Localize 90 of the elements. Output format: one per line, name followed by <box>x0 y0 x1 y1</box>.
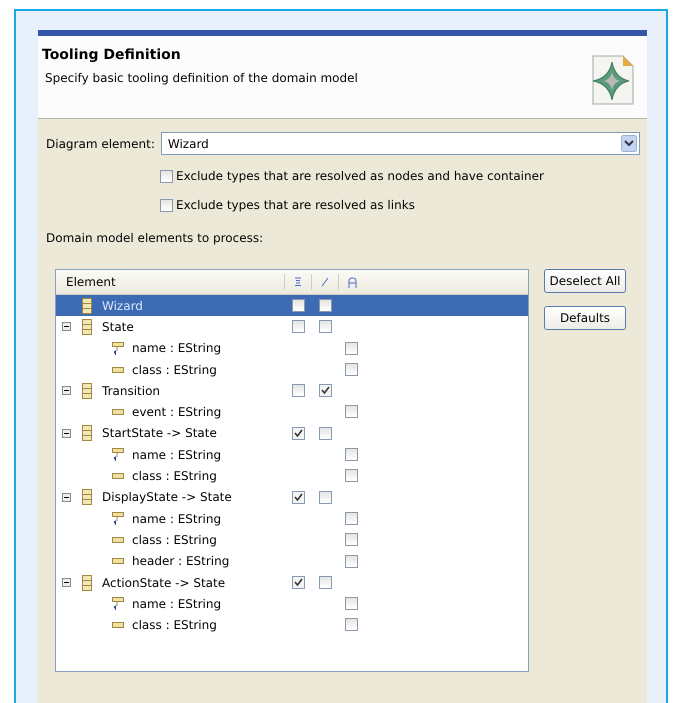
checkbox[interactable] <box>292 299 305 312</box>
page-description: Specify basic tooling definition of the domain model <box>45 71 358 85</box>
checkbox[interactable] <box>345 533 358 546</box>
checkbox[interactable] <box>345 362 358 376</box>
collapse-icon[interactable] <box>62 322 71 332</box>
tree-item-label: StartState -> State <box>102 426 217 440</box>
tree-item[interactable]: name : EString <box>56 444 528 466</box>
list-icon[interactable] <box>294 277 302 287</box>
collapse-icon[interactable] <box>62 578 71 587</box>
checkbox[interactable] <box>319 384 332 398</box>
tree-item-label: class : EString <box>132 532 217 547</box>
collapse-icon[interactable] <box>62 386 71 396</box>
tree-item-label: header : EString <box>132 554 230 568</box>
checkbox[interactable] <box>319 490 332 504</box>
checkbox[interactable] <box>319 576 332 589</box>
attribute-icon <box>112 366 124 373</box>
tree-item-label: name : EString <box>132 341 222 356</box>
checkbox[interactable] <box>160 198 173 212</box>
attribute-icon <box>112 409 124 416</box>
tree-item[interactable]: Transition <box>56 380 528 402</box>
field-label: Diagram element: <box>46 136 155 150</box>
key-attribute-icon <box>112 448 124 462</box>
tree-item-label: name : EString <box>132 596 222 611</box>
tree-item[interactable]: class : EString <box>56 529 528 551</box>
page-title: Tooling Definition <box>42 47 182 63</box>
tree-item[interactable]: class : EString <box>56 614 528 636</box>
line-icon[interactable] <box>321 277 329 287</box>
attribute-icon <box>112 536 124 543</box>
checkbox[interactable] <box>292 384 305 398</box>
tree-item[interactable]: DisplayState -> State <box>56 486 528 508</box>
tree-item-label: ActionState -> State <box>102 576 226 590</box>
tree-item[interactable]: class : EString <box>56 358 528 380</box>
checkbox[interactable] <box>292 576 305 589</box>
key-attribute-icon <box>112 597 124 610</box>
tree-item[interactable]: event : EString <box>56 401 528 423</box>
checkbox[interactable] <box>319 426 332 440</box>
chevron-down-icon <box>621 135 637 152</box>
tree-item[interactable]: Wizard <box>56 295 528 316</box>
tree-item[interactable]: State <box>56 316 528 338</box>
checkbox[interactable] <box>345 597 358 610</box>
tree-item-label: Wizard <box>102 298 143 313</box>
action-button[interactable]: Deselect All <box>544 269 626 293</box>
checkbox[interactable] <box>345 342 358 355</box>
checkbox[interactable] <box>160 170 173 182</box>
checkbox[interactable] <box>345 405 358 418</box>
action-button[interactable]: Defaults <box>544 306 626 330</box>
collapse-icon[interactable] <box>62 492 71 502</box>
tree-item-label: name : EString <box>132 512 222 526</box>
tree-item[interactable]: ActionState -> State <box>56 572 528 594</box>
checkbox[interactable] <box>319 320 332 334</box>
checkbox[interactable] <box>292 320 305 334</box>
tree-item[interactable]: name : EString <box>56 593 528 614</box>
tree-item-label: class : EString <box>132 618 217 632</box>
label-icon[interactable] <box>348 276 356 288</box>
checkbox[interactable] <box>319 299 332 312</box>
attribute-icon <box>112 473 124 480</box>
tree-item-label: event : EString <box>132 405 222 420</box>
tree-item[interactable]: header : EString <box>56 550 528 572</box>
section-label: Domain model elements to process: <box>46 231 264 245</box>
checkbox[interactable] <box>345 469 358 482</box>
tree-item-label: State <box>102 320 134 334</box>
tree-item-label: class : EString <box>132 362 217 377</box>
class-icon <box>82 574 92 590</box>
checkbox-label: Exclude types that are resolved as links <box>176 198 415 212</box>
diagram-element-dropdown[interactable]: Wizard <box>160 132 640 155</box>
tree-item[interactable]: class : EString <box>56 465 528 487</box>
collapse-icon[interactable] <box>62 428 71 438</box>
checkbox[interactable] <box>292 426 305 440</box>
class-icon <box>82 425 92 442</box>
checkbox[interactable] <box>345 554 358 568</box>
checkbox-label: Exclude types that are resolved as nodes and have container <box>176 169 544 183</box>
tree-item-label: name : EString <box>132 448 222 462</box>
checkbox[interactable] <box>345 618 358 632</box>
tree-item-label: DisplayState -> State <box>102 490 232 504</box>
tree-item[interactable]: name : EString <box>56 338 528 359</box>
class-icon <box>82 318 92 335</box>
class-icon <box>82 489 92 506</box>
class-icon <box>82 298 92 314</box>
tree-item-label: class : EString <box>132 469 217 484</box>
key-attribute-icon <box>112 342 124 355</box>
attribute-icon <box>112 622 124 628</box>
class-icon <box>82 382 92 399</box>
checkbox[interactable] <box>345 448 358 462</box>
tree-item-label: Transition <box>102 384 160 398</box>
checkbox[interactable] <box>345 512 358 525</box>
tree-item[interactable]: StartState -> State <box>56 422 528 444</box>
attribute-icon <box>112 558 124 564</box>
checkbox[interactable] <box>292 490 305 504</box>
tree-item[interactable]: name : EString <box>56 508 528 530</box>
key-attribute-icon <box>112 512 124 526</box>
